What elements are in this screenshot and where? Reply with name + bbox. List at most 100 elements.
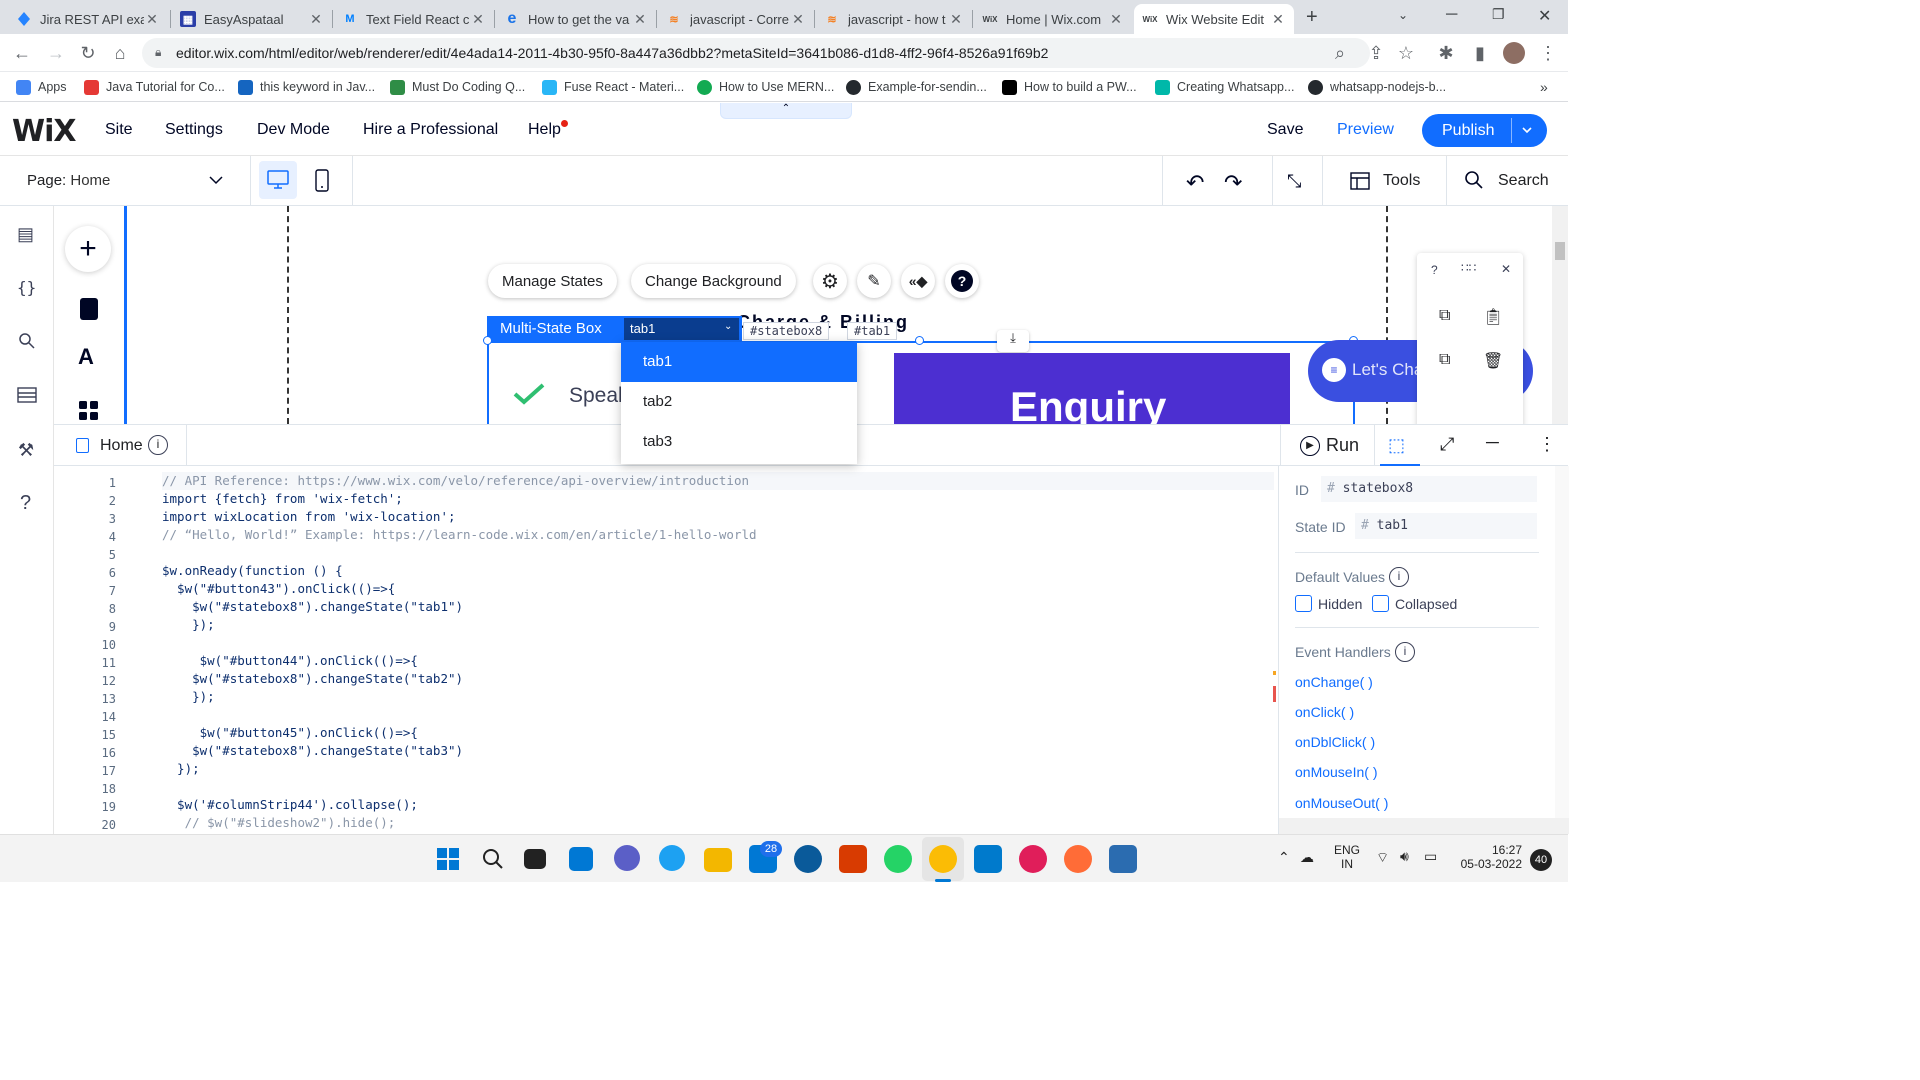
windows-start-icon[interactable] xyxy=(436,847,460,871)
canvas-scrollbar[interactable] xyxy=(1552,206,1568,424)
minimize-icon[interactable]: ─ xyxy=(1446,6,1457,24)
help-icon[interactable]: ? xyxy=(945,264,979,298)
select-element-icon[interactable]: ⬚ xyxy=(1388,435,1405,456)
close-icon[interactable]: ✕ xyxy=(948,11,964,28)
search-icon[interactable] xyxy=(18,332,36,350)
notepad-icon[interactable] xyxy=(1109,845,1137,873)
pages-icon[interactable] xyxy=(80,298,98,320)
dropdown-option-tab2[interactable]: tab2 xyxy=(621,382,857,422)
bookmark-item[interactable]: whatsapp-nodejs-b... xyxy=(1308,78,1446,96)
more-vert-icon[interactable]: ⋮ xyxy=(1538,43,1558,63)
battery-icon[interactable]: ▭ xyxy=(1424,848,1437,865)
wix-logo[interactable]: WiX xyxy=(12,114,77,149)
tools-button[interactable]: Tools xyxy=(1383,172,1420,190)
browser-tab[interactable]: e How to get the va ✕ xyxy=(496,4,656,34)
task-view-icon[interactable] xyxy=(524,849,546,869)
hidden-checkbox[interactable] xyxy=(1295,595,1312,612)
info-icon[interactable]: i xyxy=(148,435,168,455)
menu-help[interactable]: Help xyxy=(528,121,561,139)
vertical-scrollbar[interactable] xyxy=(1555,466,1569,818)
back-icon[interactable]: ← xyxy=(12,43,32,63)
bookmark-apps[interactable]: Apps xyxy=(16,78,67,96)
extensions-icon[interactable]: ✱ xyxy=(1436,43,1456,63)
info-icon[interactable]: i xyxy=(1395,642,1415,662)
more-bookmarks-icon[interactable]: » xyxy=(1540,78,1548,96)
teams-chat-icon[interactable] xyxy=(614,845,640,871)
close-icon[interactable]: ✕ xyxy=(470,11,486,28)
handler-onclick[interactable]: onClick( ) xyxy=(1295,704,1354,720)
edge-icon[interactable] xyxy=(659,845,685,871)
close-icon[interactable]: ✕ xyxy=(308,11,324,28)
state-id-field[interactable]: # tab1 xyxy=(1355,513,1537,539)
mobile-view-button[interactable] xyxy=(313,168,331,194)
copy-icon[interactable]: ⧉ xyxy=(1439,307,1450,325)
page-selector[interactable]: Page: Home xyxy=(27,172,110,189)
bookmark-item[interactable]: Example-for-sendin... xyxy=(846,78,987,96)
zoom-icon[interactable]: ⌕ xyxy=(1330,43,1350,63)
search-icon[interactable] xyxy=(481,847,505,871)
avatar[interactable] xyxy=(1503,42,1525,64)
close-icon[interactable]: ✕ xyxy=(1108,11,1124,28)
language-indicator[interactable]: ENG IN xyxy=(1334,843,1360,871)
bookmark-item[interactable]: this keyword in Jav... xyxy=(238,78,375,96)
menu-dev-mode[interactable]: Dev Mode xyxy=(257,121,330,139)
paste-icon[interactable]: 📋︎ xyxy=(1483,307,1503,327)
browser-tab[interactable]: Jira REST API exar ✕ xyxy=(8,4,168,34)
close-icon[interactable]: ✕ xyxy=(790,11,806,28)
trash-icon[interactable]: 🗑︎ xyxy=(1483,351,1503,371)
run-button[interactable]: Run xyxy=(1326,435,1359,456)
curly-braces-icon[interactable]: {} xyxy=(17,278,36,297)
menu-settings[interactable]: Settings xyxy=(165,121,223,139)
chevron-down-icon[interactable] xyxy=(1520,123,1534,137)
widgets-icon[interactable] xyxy=(569,847,593,871)
chevron-down-icon[interactable] xyxy=(208,174,224,186)
side-panel-icon[interactable]: ▮ xyxy=(1470,43,1490,63)
manage-states-button[interactable]: Manage States xyxy=(488,264,617,298)
save-button[interactable]: Save xyxy=(1267,121,1303,139)
horizontal-scrollbar[interactable] xyxy=(1279,818,1569,834)
window-close-icon[interactable]: ✕ xyxy=(1538,6,1551,26)
animation-icon[interactable]: «◆ xyxy=(901,264,935,298)
bookmark-item[interactable]: How to build a PW... xyxy=(1002,78,1137,96)
undo-icon[interactable]: ↶ xyxy=(1186,170,1204,196)
close-icon[interactable]: ✕ xyxy=(632,11,648,28)
menu-site[interactable]: Site xyxy=(105,121,133,139)
url-omnibox[interactable]: 🔒︎ editor.wix.com/html/editor/web/render… xyxy=(142,38,1370,68)
minimize-panel-icon[interactable]: ─ xyxy=(1486,432,1499,453)
info-icon[interactable]: i xyxy=(1389,567,1409,587)
close-icon[interactable]: ✕ xyxy=(144,11,160,28)
resize-handle[interactable] xyxy=(915,336,924,345)
wifi-icon[interactable]: ⌔ xyxy=(1376,849,1389,867)
change-background-button[interactable]: Change Background xyxy=(631,264,796,298)
help-icon[interactable]: ? xyxy=(1431,263,1438,277)
vscode-icon[interactable] xyxy=(974,845,1002,873)
state-select[interactable]: tab1 ⌄ xyxy=(624,318,739,340)
close-icon[interactable]: ✕ xyxy=(1270,11,1286,28)
apps-icon[interactable] xyxy=(78,400,100,422)
bookmark-item[interactable]: How to Use MERN... xyxy=(697,78,834,96)
chevron-up-icon[interactable]: ⌃ xyxy=(1278,849,1290,866)
collapse-topbar-handle[interactable]: ⌃ xyxy=(720,103,852,119)
zoom-out-icon[interactable]: ⤡ xyxy=(1287,171,1301,192)
wrench-icon[interactable]: ⚒ xyxy=(18,440,34,461)
slack-icon[interactable] xyxy=(1019,845,1047,873)
scrollbar-thumb[interactable] xyxy=(1555,242,1565,260)
browser-tab[interactable]: ▦ EasyAspataal ✕ xyxy=(172,4,332,34)
forward-icon[interactable]: → xyxy=(46,43,66,63)
postman-icon[interactable] xyxy=(1064,845,1092,873)
design-brush-icon[interactable]: ✎ xyxy=(857,264,891,298)
code-editor[interactable]: 1 2 3 4 5 6 7 8 9 10 11 12 13 14 15 16 1… xyxy=(54,466,1278,834)
cloud-icon[interactable]: ☁︎ xyxy=(1300,849,1314,866)
handler-ondblclick[interactable]: onDblClick( ) xyxy=(1295,734,1375,750)
file-explorer-icon[interactable] xyxy=(704,848,732,872)
new-tab-icon[interactable]: + xyxy=(1306,6,1318,29)
tab-search-icon[interactable]: ⌄ xyxy=(1398,8,1408,22)
home-icon[interactable]: ⌂ xyxy=(110,43,130,63)
whatsapp-icon[interactable] xyxy=(884,845,912,873)
desktop-view-button[interactable] xyxy=(259,161,297,199)
handler-onmousein[interactable]: onMouseIn( ) xyxy=(1295,764,1377,780)
duplicate-icon[interactable]: ⧉ xyxy=(1439,351,1450,369)
help-icon[interactable]: ? xyxy=(20,492,31,515)
redo-icon[interactable]: ↷ xyxy=(1224,170,1242,196)
bookmark-item[interactable]: Java Tutorial for Co... xyxy=(84,78,225,96)
